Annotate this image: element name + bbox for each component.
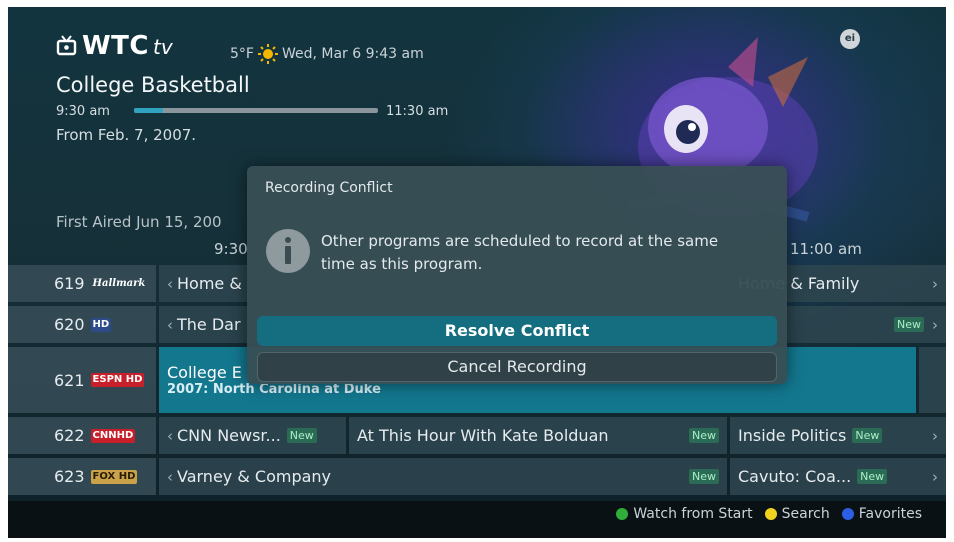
new-badge: New [852,428,883,443]
new-badge: New [689,428,719,443]
channel-number: 619 [54,274,85,293]
cnn-logo: CNNHD [90,428,136,443]
cancel-recording-button[interactable]: Cancel Recording [257,352,777,382]
channel-cell[interactable]: 623 FOX HD [8,458,156,495]
guide-row[interactable]: 622 CNNHD ‹ CNN Newsr... New At This Hou… [8,417,946,454]
program-progress-fill [134,108,164,113]
legend-favorites[interactable]: Favorites [841,506,922,522]
program-from-date: From Feb. 7, 2007. [56,126,197,144]
channel-number: 622 [54,426,85,445]
green-button-icon [616,508,629,520]
datetime: Wed, Mar 6 9:43 am [281,46,424,62]
chevron-left-icon: ‹ [167,315,173,334]
program-cell[interactable] [919,347,946,413]
hallmark-logo: Hallmark [92,277,146,289]
program-end-time: 11:30 am [386,104,449,119]
chevron-left-icon: ‹ [167,274,173,293]
program-name: Inside Politics [738,426,847,445]
channel-cell[interactable]: 621 ESPN HD [8,347,156,413]
footer-bar: Watch from Start Search Favorites [8,501,946,538]
channel-number: 623 [54,467,85,486]
channel-cell[interactable]: 622 CNNHD [8,417,156,454]
program-title: College Basketball [56,73,250,97]
blue-button-icon [841,508,854,520]
new-badge: New [894,317,924,332]
first-aired-text: First Aired Jun 15, 200 [56,213,222,231]
chevron-right-icon: › [932,467,938,486]
program-progress-bar [134,108,378,113]
new-badge: New [689,469,719,484]
chevron-left-icon: ‹ [167,426,173,445]
program-name: At This Hour With Kate Bolduan [357,426,609,445]
logo-text: WTC [82,31,149,61]
program-name: Varney & Company [177,467,332,486]
guide-row[interactable]: 623 FOX HD ‹ Varney & Company New Cavuto… [8,458,946,495]
program-start-time: 9:30 am [56,104,110,119]
program-name: The Dar [177,315,241,334]
guide-time-column-1: 9:30 [214,240,248,258]
program-cell[interactable]: Cavuto: Coa... New › [730,458,946,495]
channel-number: 620 [54,315,85,334]
channel-cell[interactable]: 620 HD [8,306,156,343]
program-name: CNN Newsr... [177,426,281,445]
fox-business-logo: FOX HD [90,469,138,484]
legend-label: Favorites [858,506,922,522]
chevron-left-icon: ‹ [167,467,173,486]
channel-cell[interactable]: 619 Hallmark [8,265,156,302]
new-badge: New [286,428,317,443]
legend-search[interactable]: Search [764,506,830,522]
channel-number: 621 [54,370,85,390]
espn-logo: ESPN HD [90,373,145,387]
logo-suffix: tv [153,35,173,59]
program-cell[interactable]: At This Hour With Kate Bolduan New [349,417,727,454]
weather-datetime: 5°F Wed, Mar 6 9:43 am [230,44,424,64]
legend-label: Search [781,506,830,522]
dialog-message: Other programs are scheduled to record a… [321,232,719,273]
guide-time-column-2: 11:00 am [790,240,862,258]
button-legend: Watch from Start Search Favorites [616,506,922,522]
program-cell[interactable]: ‹ Varney & Company New [159,458,727,495]
chevron-right-icon: › [932,315,938,334]
dialog-title: Recording Conflict [265,180,393,196]
legend-label: Watch from Start [633,506,753,522]
recording-conflict-dialog: Recording Conflict Other programs are sc… [247,166,787,384]
brand-logo: WTC tv [56,31,173,61]
sun-icon [257,44,278,64]
program-name: College E [167,363,242,382]
resolve-conflict-button[interactable]: Resolve Conflict [257,316,777,346]
ei-rating-badge: ei [840,29,860,49]
chevron-right-icon: › [932,426,938,445]
info-icon [266,229,310,273]
program-episode: 2007: North Carolina at Duke [167,382,381,397]
program-cell[interactable]: ‹ CNN Newsr... New [159,417,346,454]
yellow-button-icon [764,508,777,520]
legend-watch-from-start[interactable]: Watch from Start [616,506,753,522]
temperature: 5°F [230,46,254,62]
tv-logo-icon [56,35,77,56]
channel-logo: HD [90,317,112,332]
chevron-right-icon: › [932,274,938,293]
new-badge: New [857,469,888,484]
tv-screen: WTC tv 5°F Wed, Mar 6 9:43 am ei College … [8,7,946,538]
program-cell[interactable]: Inside Politics New › [730,417,946,454]
program-name: Home & [177,274,242,293]
program-name: Cavuto: Coa... [738,467,852,486]
